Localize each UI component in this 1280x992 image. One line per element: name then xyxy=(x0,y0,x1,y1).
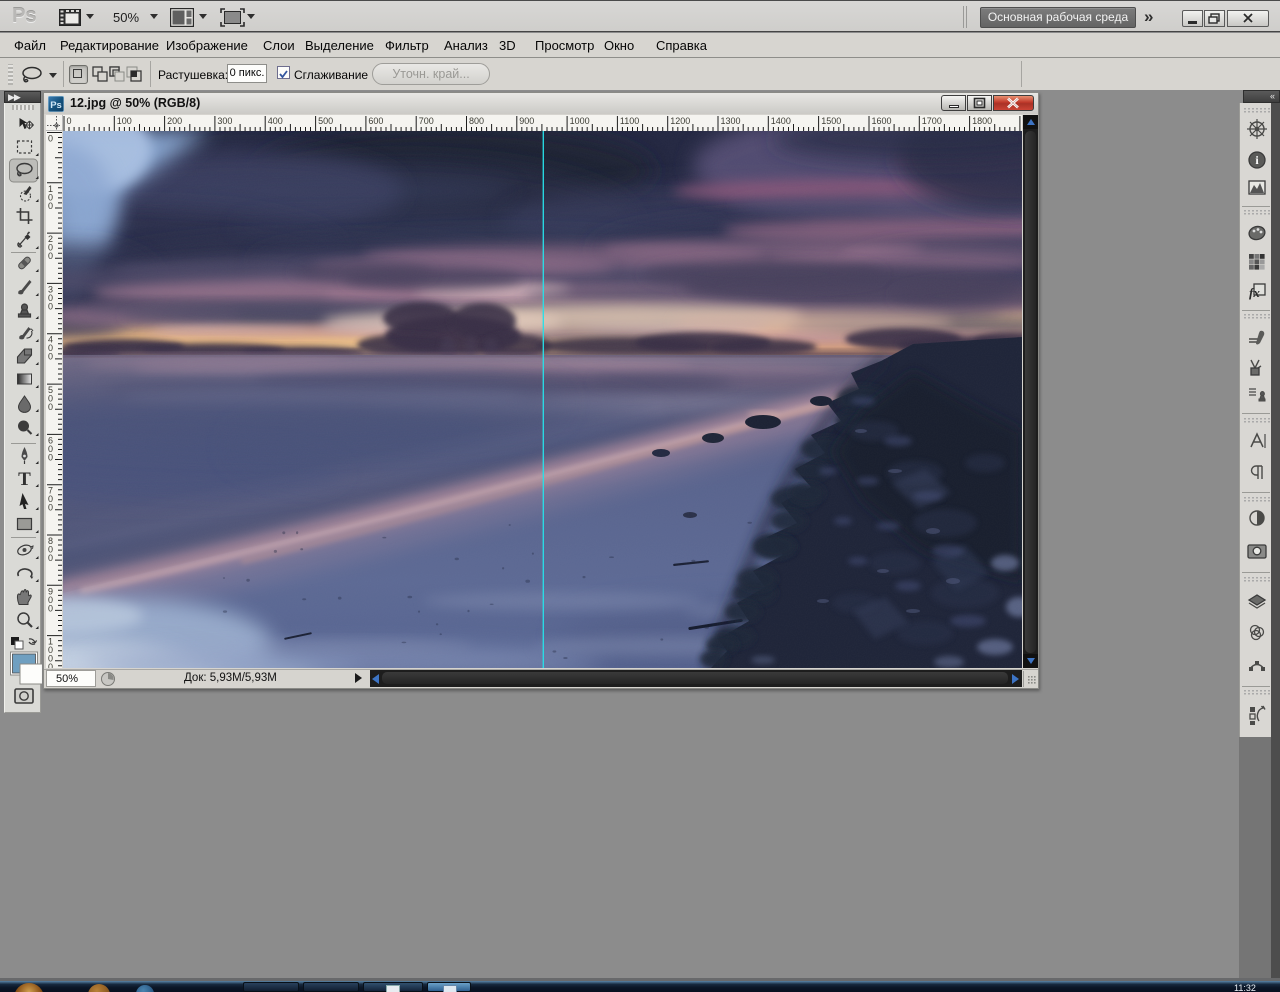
svg-text:0: 0 xyxy=(48,134,53,144)
svg-text:900: 900 xyxy=(519,116,534,126)
svg-text:1300: 1300 xyxy=(721,116,741,126)
svg-text:0: 0 xyxy=(48,251,53,261)
svg-text:0: 0 xyxy=(48,201,53,211)
svg-text:0: 0 xyxy=(48,352,53,362)
svg-text:800: 800 xyxy=(469,116,484,126)
svg-text:fx: fx xyxy=(1249,285,1260,300)
svg-text:600: 600 xyxy=(368,116,383,126)
svg-text:1700: 1700 xyxy=(922,116,942,126)
svg-text:1000: 1000 xyxy=(570,116,590,126)
svg-text:1400: 1400 xyxy=(771,116,791,126)
svg-text:1600: 1600 xyxy=(872,116,892,126)
svg-text:0: 0 xyxy=(48,603,53,613)
svg-text:700: 700 xyxy=(419,116,434,126)
svg-text:0: 0 xyxy=(48,301,53,311)
svg-text:0: 0 xyxy=(67,116,72,126)
svg-text:1200: 1200 xyxy=(670,116,690,126)
svg-text:100: 100 xyxy=(117,116,132,126)
svg-text:0: 0 xyxy=(48,662,53,668)
svg-text:400: 400 xyxy=(268,116,283,126)
svg-text:0: 0 xyxy=(48,553,53,563)
svg-text:1100: 1100 xyxy=(620,116,639,126)
svg-text:0: 0 xyxy=(48,503,53,513)
svg-text:0: 0 xyxy=(48,402,53,412)
svg-text:500: 500 xyxy=(318,116,333,126)
svg-text:Ps: Ps xyxy=(50,100,62,111)
svg-text:1800: 1800 xyxy=(972,116,992,126)
svg-text:0: 0 xyxy=(48,452,53,462)
svg-text:200: 200 xyxy=(167,116,182,126)
svg-text:300: 300 xyxy=(217,116,232,126)
svg-text:1500: 1500 xyxy=(821,116,841,126)
svg-text:T: T xyxy=(18,469,31,490)
